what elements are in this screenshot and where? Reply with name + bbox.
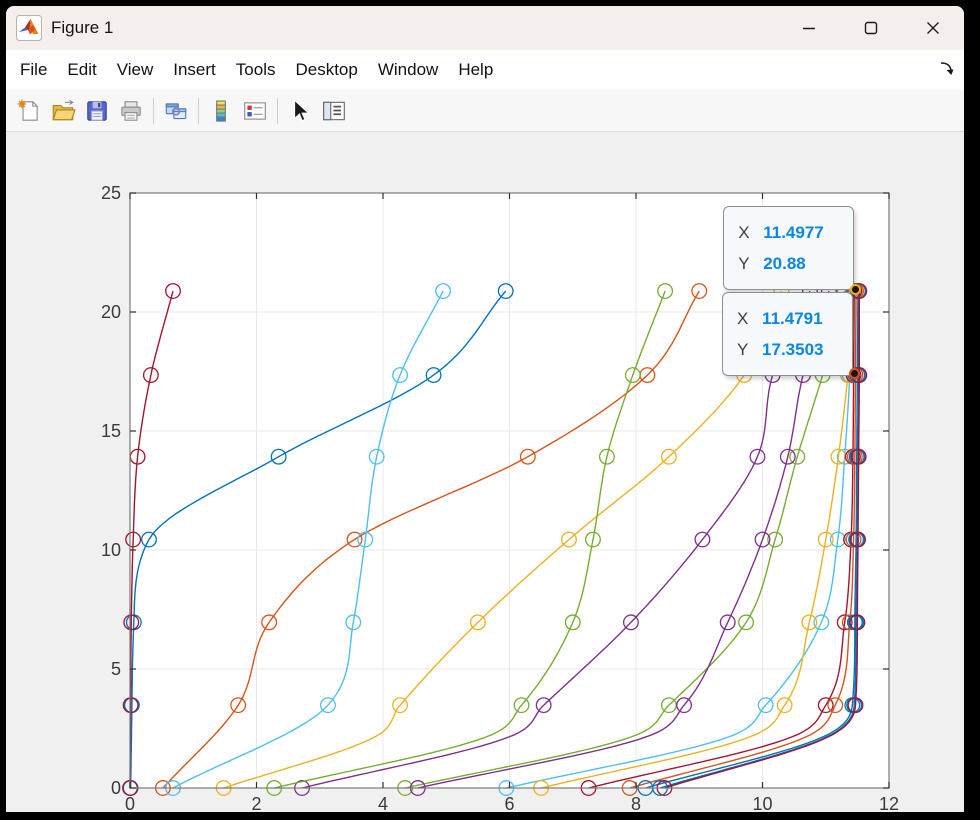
x-tick-label: 2	[251, 794, 261, 812]
menu-item-window[interactable]: Window	[368, 56, 448, 84]
link-plot-icon	[163, 98, 189, 124]
datatip-y-value: 17.3503	[762, 340, 823, 360]
figure-canvas: 0246810120510152025 X11.4977Y20.88X11.47…	[6, 132, 964, 812]
datatip-y-row: Y17.3503	[737, 334, 852, 365]
insert-colorbar-icon	[208, 98, 234, 124]
datatip-x-row: X11.4977	[738, 217, 853, 248]
dock-figure-arrow-icon[interactable]	[938, 60, 956, 78]
title-bar: Figure 1	[6, 6, 964, 50]
datatip-y-row: Y20.88	[738, 248, 853, 279]
menu-item-edit[interactable]: Edit	[57, 56, 106, 84]
close-icon	[925, 20, 941, 36]
window-title: Figure 1	[51, 18, 113, 38]
y-tick-label: 20	[101, 302, 121, 322]
datatip-2[interactable]: X11.4791Y17.3503	[722, 292, 853, 376]
print-figure-icon	[118, 98, 144, 124]
minimize-button[interactable]	[778, 6, 840, 50]
x-tick-label: 4	[378, 794, 388, 812]
menu-item-file[interactable]: File	[10, 56, 57, 84]
property-inspector-button[interactable]	[317, 95, 351, 127]
matlab-logo-icon	[16, 15, 42, 41]
y-tick-label: 25	[101, 183, 121, 203]
x-tick-label: 10	[752, 794, 772, 812]
datatip-y-value: 20.88	[763, 254, 806, 274]
datatip-x-row: X11.4791	[737, 303, 852, 334]
y-tick-label: 0	[111, 778, 121, 798]
datatip-anchor-dot-2[interactable]	[849, 368, 860, 379]
toolbar-separator	[198, 98, 199, 124]
maximize-button[interactable]	[840, 6, 902, 50]
minimize-icon	[801, 20, 817, 36]
window-controls	[778, 6, 964, 50]
datatip-1[interactable]: X11.4977Y20.88	[723, 206, 854, 290]
x-tick-label: 0	[125, 794, 135, 812]
property-inspector-icon	[321, 98, 347, 124]
x-tick-label: 8	[631, 794, 641, 812]
new-figure-icon	[16, 98, 42, 124]
datatip-y-label: Y	[738, 254, 763, 274]
insert-legend-button[interactable]	[238, 95, 272, 127]
datatip-x-value: 11.4977	[763, 223, 824, 243]
open-file-icon	[50, 98, 76, 124]
menu-item-view[interactable]: View	[107, 56, 164, 84]
datatip-anchor-dot-1[interactable]	[850, 284, 861, 295]
insert-legend-icon	[242, 98, 268, 124]
figure-toolbar	[6, 90, 964, 132]
y-tick-label: 5	[111, 659, 121, 679]
toolbar-separator	[153, 98, 154, 124]
menu-item-tools[interactable]: Tools	[226, 56, 286, 84]
print-figure-button[interactable]	[114, 95, 148, 127]
screen: Figure 1 FileEditViewInsertToolsDesktopW…	[0, 0, 980, 820]
menu-bar: FileEditViewInsertToolsDesktopWindowHelp	[6, 50, 964, 90]
datatip-y-label: Y	[737, 340, 762, 360]
menu-item-help[interactable]: Help	[448, 56, 503, 84]
datatip-x-value: 11.4791	[762, 309, 823, 329]
y-tick-label: 15	[101, 421, 121, 441]
save-figure-icon	[84, 98, 110, 124]
link-plot-button[interactable]	[159, 95, 193, 127]
menu-item-insert[interactable]: Insert	[163, 56, 226, 84]
menu-item-desktop[interactable]: Desktop	[285, 56, 367, 84]
maximize-icon	[863, 20, 879, 36]
open-file-button[interactable]	[46, 95, 80, 127]
y-tick-label: 10	[101, 540, 121, 560]
close-button[interactable]	[902, 6, 964, 50]
edit-plot-cursor-button[interactable]	[283, 95, 317, 127]
edit-plot-cursor-icon	[287, 98, 313, 124]
x-tick-label: 6	[504, 794, 514, 812]
x-tick-label: 12	[879, 794, 899, 812]
figure-window: Figure 1 FileEditViewInsertToolsDesktopW…	[6, 6, 964, 812]
toolbar-separator	[277, 98, 278, 124]
insert-colorbar-button[interactable]	[204, 95, 238, 127]
datatip-x-label: X	[737, 309, 762, 329]
save-figure-button[interactable]	[80, 95, 114, 127]
datatip-x-label: X	[738, 223, 763, 243]
new-figure-button[interactable]	[12, 95, 46, 127]
